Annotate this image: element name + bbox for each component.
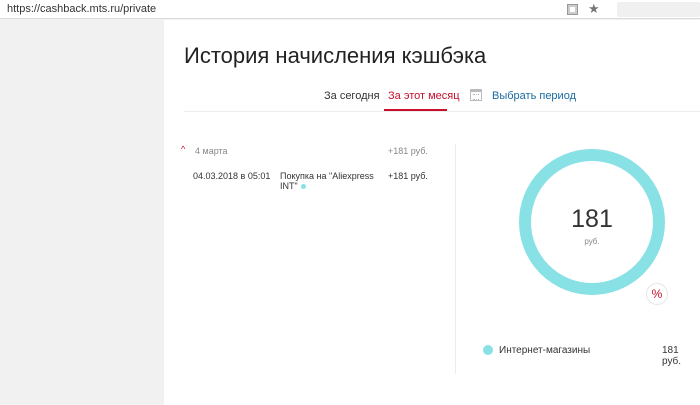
group-date: 4 марта bbox=[195, 146, 228, 156]
collapse-chevron-icon[interactable]: ^ bbox=[181, 144, 185, 154]
column-divider bbox=[455, 144, 456, 374]
cashback-history-card: История начисления кэшбэка За сегодня За… bbox=[164, 20, 700, 405]
tab-today[interactable]: За сегодня bbox=[324, 90, 380, 102]
transaction-description: Покупка на "Aliexpress INT" bbox=[280, 171, 374, 191]
calendar-icon[interactable] bbox=[470, 89, 482, 101]
donut-total-value: 181 bbox=[571, 205, 613, 233]
legend-color-dot bbox=[483, 345, 493, 355]
transaction-datetime: 04.03.2018 в 05:01 bbox=[193, 171, 271, 181]
category-dot-icon bbox=[300, 184, 306, 190]
tab-choose-period[interactable]: Выбрать период bbox=[492, 90, 576, 102]
extension-area[interactable] bbox=[617, 2, 700, 17]
left-sidebar bbox=[0, 20, 164, 405]
transaction-description-cell: Покупка на "Aliexpress INT" bbox=[280, 171, 380, 191]
bookmark-star-icon[interactable]: ★ bbox=[588, 1, 600, 17]
percent-badge-icon[interactable]: % bbox=[646, 283, 668, 305]
tabs-divider bbox=[184, 111, 700, 112]
page-info-icon[interactable] bbox=[567, 4, 578, 15]
url-text[interactable]: https://cashback.mts.ru/private bbox=[7, 3, 156, 15]
legend-amount: 181 руб. bbox=[662, 345, 682, 367]
legend-label: Интернет-магазины bbox=[499, 345, 591, 356]
transaction-amount: +181 руб. bbox=[388, 171, 428, 181]
tab-this-month[interactable]: За этот месяц bbox=[388, 90, 460, 102]
page-title: История начисления кэшбэка bbox=[184, 43, 487, 68]
browser-address-bar: https://cashback.mts.ru/private ★ bbox=[0, 0, 700, 19]
group-total: +181 руб. bbox=[388, 146, 428, 156]
donut-total-unit: руб. bbox=[584, 237, 600, 246]
